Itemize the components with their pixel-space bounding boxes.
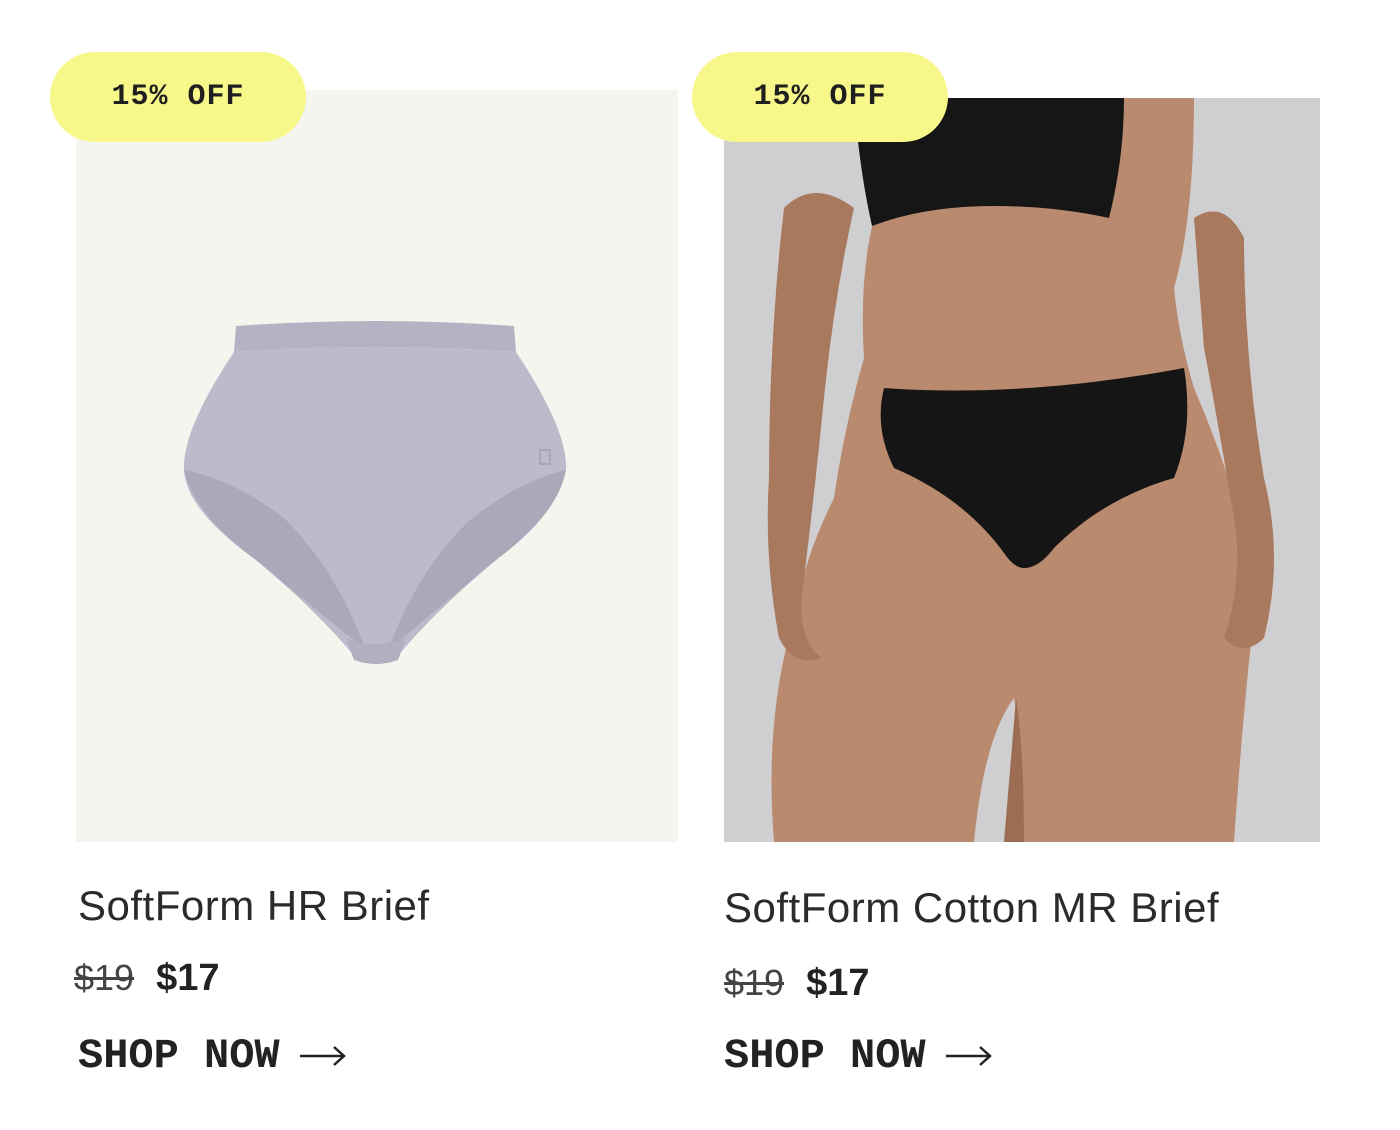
arrow-right-icon [299, 1046, 346, 1066]
discount-badge: 15% OFF [50, 52, 306, 142]
product-title[interactable]: SoftForm Cotton MR Brief [724, 884, 1219, 932]
product-title[interactable]: SoftForm HR Brief [78, 882, 430, 930]
product-image[interactable] [724, 98, 1320, 842]
arrow-right-icon [945, 1046, 992, 1066]
price-row: $19 $17 [724, 962, 869, 1005]
brief-illustration [183, 321, 567, 664]
sale-price: $17 [806, 962, 870, 1004]
product-image[interactable] [76, 90, 678, 842]
original-price: $19 [724, 962, 785, 1003]
product-card-softform-cotton-mr-brief[interactable]: 15% OFF SoftForm Cotton MR Brief $19 $17… [692, 52, 1322, 1112]
shop-now-link[interactable]: SHOP NOW [724, 1032, 994, 1080]
shop-now-label: SHOP NOW [78, 1032, 280, 1080]
discount-badge: 15% OFF [692, 52, 948, 142]
original-price: $19 [74, 957, 135, 998]
product-card-softform-hr-brief[interactable]: 15% OFF SoftForm HR Brief $19 $17 SHOP N… [50, 52, 680, 1112]
sale-price: $17 [156, 957, 220, 999]
price-row: $19 $17 [74, 957, 219, 1000]
model-illustration [724, 98, 1320, 842]
shop-now-link[interactable]: SHOP NOW [78, 1032, 348, 1080]
shop-now-label: SHOP NOW [724, 1032, 926, 1080]
